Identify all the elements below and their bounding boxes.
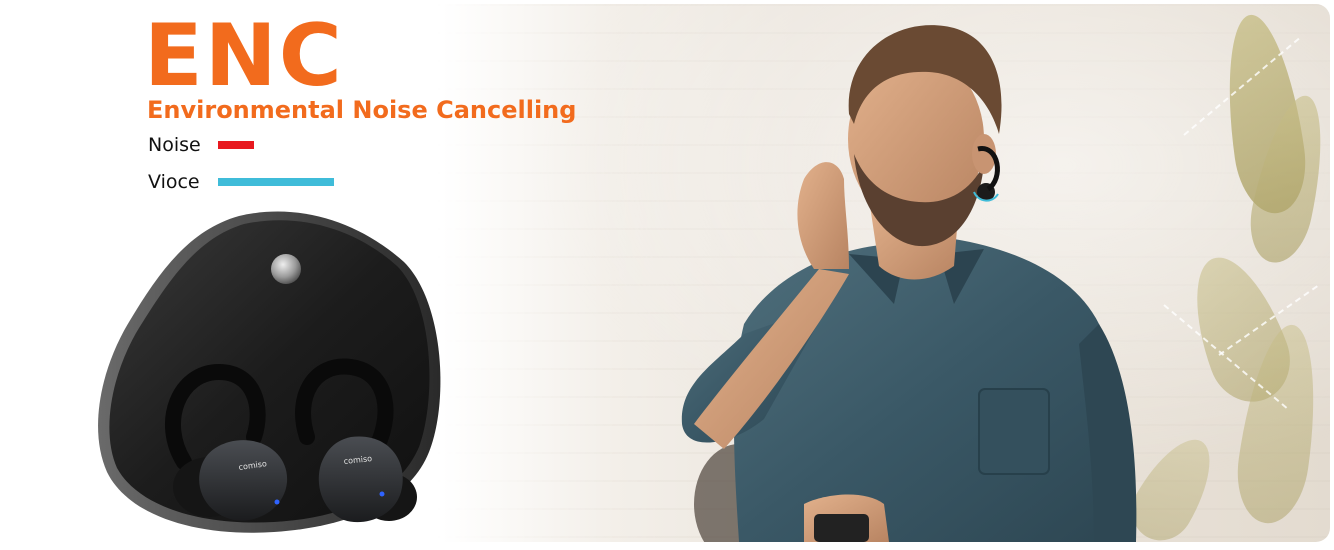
man-wearing-earbud-image: [681, 25, 1137, 542]
earbuds-charging-case-image: comiso comiso: [98, 211, 441, 533]
legend-voice-label: Vioce: [148, 171, 200, 193]
voice-bar: [218, 178, 334, 186]
noise-bar: [218, 141, 254, 149]
headline-subtitle: Environmental Noise Cancelling: [147, 96, 577, 124]
legend-noise-label: Noise: [148, 134, 201, 156]
legend-voice: Vioce: [148, 171, 334, 193]
headline-title: ENC: [144, 6, 344, 106]
enc-banner: ENC Environmental Noise Cancelling Noise…: [4, 4, 1330, 542]
legend-noise: Noise: [148, 134, 254, 156]
